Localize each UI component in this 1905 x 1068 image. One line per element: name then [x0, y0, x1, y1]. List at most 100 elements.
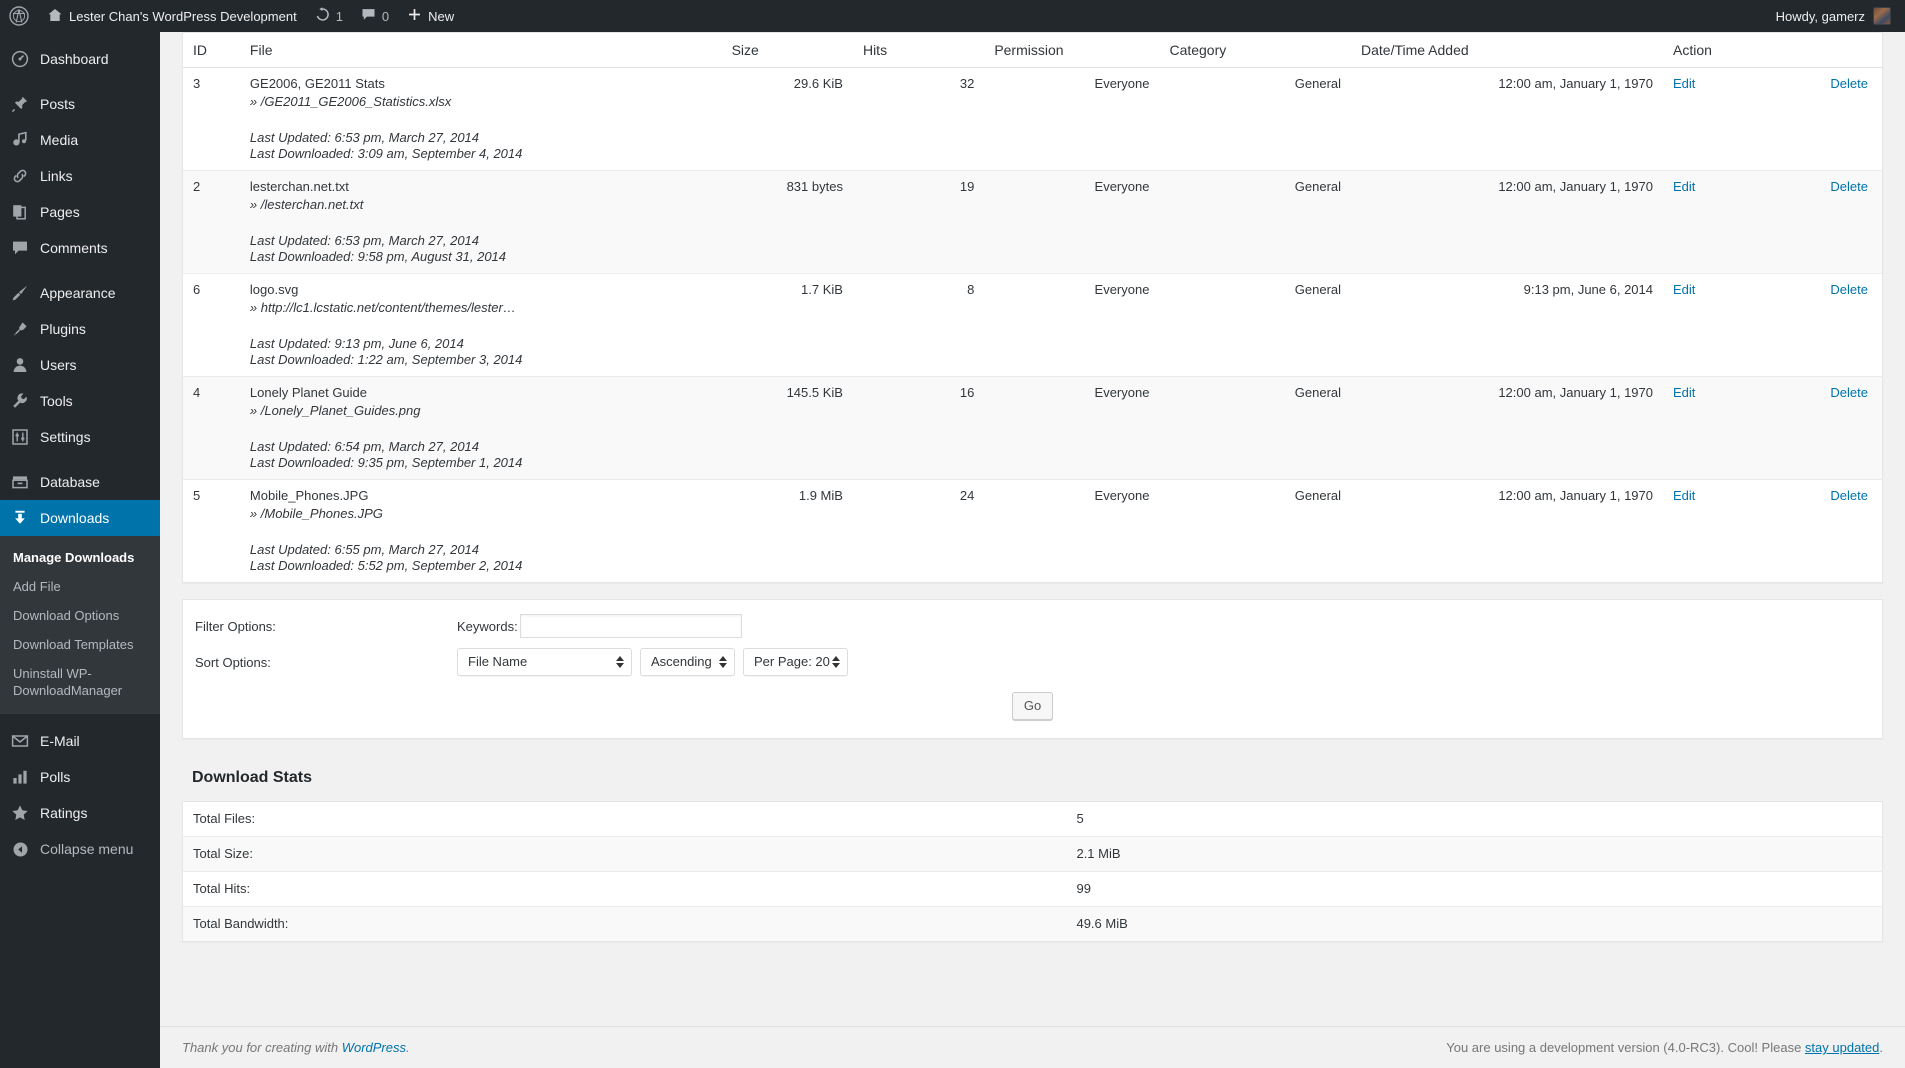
column-header-hits[interactable]: Hits	[852, 33, 985, 68]
sort-options-row: Sort Options: File Name Ascending Per Pa…	[195, 648, 1870, 676]
database-icon	[10, 472, 30, 492]
admin-bar: Lester Chan's WordPress Development 1 0 …	[0, 0, 1905, 32]
submenu-item-download-options[interactable]: Download Options	[0, 601, 160, 630]
sidebar-item-dashboard[interactable]: Dashboard	[0, 41, 160, 77]
collapse-menu-button[interactable]: Collapse menu	[0, 831, 160, 867]
file-last-updated: Last Updated: 6:53 pm, March 27, 2014	[249, 233, 480, 248]
sidebar-item-database[interactable]: Database	[0, 464, 160, 500]
edit-link[interactable]: Edit	[1673, 179, 1695, 195]
cell-file: lesterchan.net.txt » /lesterchan.net.txt…	[239, 170, 722, 274]
sidebar-item-appearance[interactable]: Appearance	[0, 275, 160, 311]
go-button[interactable]: Go	[1011, 692, 1054, 720]
delete-link[interactable]: Delete	[1830, 76, 1868, 92]
sidebar-item-plugins[interactable]: Plugins	[0, 311, 160, 347]
submenu-item-manage-downloads[interactable]: Manage Downloads	[0, 543, 160, 572]
chevron-updown-icon	[719, 656, 727, 668]
cell-hits: 8	[852, 273, 985, 377]
sidebar-item-label: Ratings	[40, 805, 88, 821]
sidebar-item-ratings[interactable]: Ratings	[0, 795, 160, 831]
stat-value: 49.6 MiB	[1066, 906, 1882, 941]
cell-date-added: 12:00 am, January 1, 1970	[1351, 170, 1663, 274]
table-row: 6 logo.svg » http://lc1.lcstatic.net/con…	[183, 273, 1882, 377]
cell-category: General	[1159, 170, 1352, 274]
star-icon	[10, 803, 30, 823]
stay-updated-link[interactable]: stay updated	[1805, 1040, 1879, 1055]
wordpress-logo-icon[interactable]	[0, 0, 38, 32]
submenu-item-add-file[interactable]: Add File	[0, 572, 160, 601]
cell-file: Mobile_Phones.JPG » /Mobile_Phones.JPG L…	[240, 480, 722, 583]
site-name-menu[interactable]: Lester Chan's WordPress Development	[38, 0, 306, 32]
file-title: lesterchan.net.txt	[249, 179, 349, 194]
cell-permission: Everyone	[984, 67, 1160, 171]
sidebar-item-label: Settings	[40, 429, 91, 445]
cell-file: logo.svg » http://lc1.lcstatic.net/conte…	[239, 273, 722, 377]
delete-link[interactable]: Delete	[1830, 179, 1868, 195]
edit-link[interactable]: Edit	[1673, 385, 1695, 401]
sidebar-item-label: Downloads	[40, 510, 110, 526]
sidebar-item-pages[interactable]: Pages	[0, 194, 160, 230]
edit-link[interactable]: Edit	[1673, 282, 1695, 298]
updates-menu[interactable]: 1	[306, 0, 352, 32]
filter-sort-panel: Filter Options: Keywords: Sort Options: …	[182, 599, 1883, 739]
sidebar-item-settings[interactable]: Settings	[0, 419, 160, 455]
cell-date-added: 12:00 am, January 1, 1970	[1498, 488, 1653, 503]
file-path[interactable]: » /Lonely_Planet_Guides.png	[250, 403, 712, 419]
submenu-item-uninstall-wp-downloadmanager[interactable]: Uninstall WP-DownloadManager	[0, 659, 140, 705]
my-account-menu[interactable]: Howdy, gamerz	[1776, 7, 1905, 25]
column-header-file[interactable]: File	[239, 33, 722, 68]
edit-link[interactable]: Edit	[1673, 76, 1695, 92]
per-page-value: Per Page: 20	[754, 654, 830, 669]
file-path[interactable]: » http://lc1.lcstatic.net/content/themes…	[250, 300, 712, 316]
new-label: New	[428, 8, 455, 24]
column-header-id[interactable]: ID	[183, 33, 240, 68]
sidebar-item-downloads[interactable]: Downloads	[0, 500, 160, 536]
table-row: 3 GE2006, GE2011 Stats » /GE2011_GE2006_…	[183, 67, 1882, 171]
comments-menu[interactable]: 0	[352, 0, 398, 32]
go-button-row: Go	[195, 692, 1870, 720]
column-header-size[interactable]: Size	[721, 33, 853, 68]
column-header-permission[interactable]: Permission	[984, 33, 1160, 68]
sidebar-item-links[interactable]: Links	[0, 158, 160, 194]
delete-link[interactable]: Delete	[1830, 282, 1868, 298]
sort-order-select[interactable]: Ascending	[640, 648, 735, 676]
per-page-select[interactable]: Per Page: 20	[743, 648, 848, 676]
sidebar-item-media[interactable]: Media	[0, 122, 160, 158]
sidebar-item-email[interactable]: E-Mail	[0, 723, 160, 759]
sidebar-item-tools[interactable]: Tools	[0, 383, 160, 419]
stat-value: 5	[1066, 802, 1882, 837]
file-title: Lonely Planet Guide	[249, 385, 368, 400]
delete-link[interactable]: Delete	[1830, 385, 1868, 401]
table-row: Total Hits: 99	[183, 871, 1882, 907]
file-path[interactable]: » /GE2011_GE2006_Statistics.xlsx	[250, 94, 712, 110]
wordpress-link[interactable]: WordPress	[342, 1040, 406, 1055]
stat-value: 2.1 MiB	[1066, 836, 1882, 872]
stat-label: Total Bandwidth:	[183, 906, 1067, 941]
cell-date-added: 12:00 am, January 1, 1970	[1351, 67, 1663, 171]
column-header-category[interactable]: Category	[1159, 33, 1352, 68]
file-path[interactable]: » /lesterchan.net.txt	[250, 197, 712, 213]
cell-date-added: 12:00 am, January 1, 1970	[1351, 376, 1663, 480]
sidebar-item-label: Media	[40, 132, 79, 148]
comment-bubble-icon	[361, 7, 376, 25]
delete-link[interactable]: Delete	[1830, 488, 1868, 504]
sidebar-item-users[interactable]: Users	[0, 347, 160, 383]
submenu-item-download-templates[interactable]: Download Templates	[0, 630, 160, 659]
sidebar-item-polls[interactable]: Polls	[0, 759, 160, 795]
sidebar-item-comments[interactable]: Comments	[0, 230, 160, 266]
sidebar-item-label: Polls	[40, 769, 71, 785]
file-last-updated: Last Updated: 6:53 pm, March 27, 2014	[249, 130, 480, 145]
comment-bubble-icon	[10, 238, 30, 258]
file-title: logo.svg	[249, 282, 299, 297]
sidebar-item-posts[interactable]: Posts	[0, 86, 160, 122]
new-content-menu[interactable]: New	[398, 0, 463, 32]
admin-footer: Thank you for creating with WordPress. Y…	[160, 1026, 1905, 1068]
edit-link[interactable]: Edit	[1673, 488, 1695, 504]
cell-action: Edit Delete	[1663, 480, 1882, 583]
menu-spacer	[0, 266, 160, 275]
file-path[interactable]: » /Mobile_Phones.JPG	[250, 506, 712, 522]
sort-field-select[interactable]: File Name	[457, 648, 632, 676]
keywords-input[interactable]	[519, 614, 742, 638]
plug-icon	[10, 319, 30, 339]
downloads-table-head: ID File Size Hits Permission Category Da…	[183, 33, 1882, 68]
column-header-date-added[interactable]: Date/Time Added	[1351, 33, 1663, 68]
